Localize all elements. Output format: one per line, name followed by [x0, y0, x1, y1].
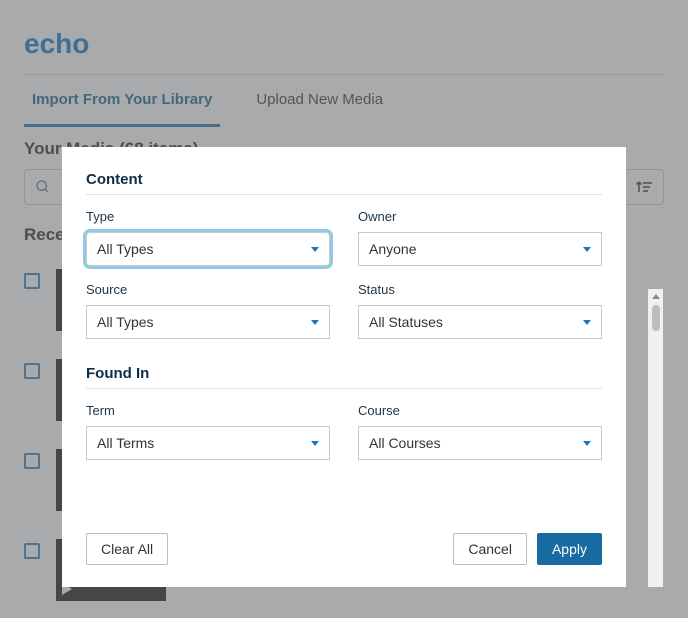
cancel-button[interactable]: Cancel: [453, 533, 527, 565]
source-value: All Types: [97, 314, 154, 330]
content-section-title: Content: [86, 171, 602, 188]
term-field: Term All Terms: [86, 403, 330, 460]
term-value: All Terms: [97, 435, 154, 451]
scroll-up-icon[interactable]: [648, 289, 663, 303]
type-field: Type All Types: [86, 209, 330, 266]
divider: [86, 388, 602, 389]
status-label: Status: [358, 282, 602, 297]
found-in-section-title: Found In: [86, 365, 602, 382]
chevron-down-icon: [311, 441, 319, 446]
scrollbar[interactable]: [648, 289, 663, 587]
chevron-down-icon: [311, 320, 319, 325]
divider: [86, 194, 602, 195]
owner-value: Anyone: [369, 241, 416, 257]
chevron-down-icon: [583, 247, 591, 252]
course-value: All Courses: [369, 435, 441, 451]
term-label: Term: [86, 403, 330, 418]
scrollbar-thumb[interactable]: [652, 305, 660, 331]
source-select[interactable]: All Types: [86, 305, 330, 339]
chevron-down-icon: [583, 320, 591, 325]
owner-field: Owner Anyone: [358, 209, 602, 266]
owner-label: Owner: [358, 209, 602, 224]
dialog-body: Content Type All Types Owner Anyone Sour…: [62, 147, 626, 519]
owner-select[interactable]: Anyone: [358, 232, 602, 266]
status-field: Status All Statuses: [358, 282, 602, 339]
course-field: Course All Courses: [358, 403, 602, 460]
course-label: Course: [358, 403, 602, 418]
source-label: Source: [86, 282, 330, 297]
type-value: All Types: [97, 241, 154, 257]
dialog-footer: Clear All Cancel Apply: [62, 519, 626, 587]
status-value: All Statuses: [369, 314, 443, 330]
status-select[interactable]: All Statuses: [358, 305, 602, 339]
term-select[interactable]: All Terms: [86, 426, 330, 460]
chevron-down-icon: [583, 441, 591, 446]
filter-dialog: Content Type All Types Owner Anyone Sour…: [62, 147, 626, 587]
type-label: Type: [86, 209, 330, 224]
apply-button[interactable]: Apply: [537, 533, 602, 565]
type-select[interactable]: All Types: [86, 232, 330, 266]
source-field: Source All Types: [86, 282, 330, 339]
course-select[interactable]: All Courses: [358, 426, 602, 460]
clear-all-button[interactable]: Clear All: [86, 533, 168, 565]
chevron-down-icon: [311, 247, 319, 252]
